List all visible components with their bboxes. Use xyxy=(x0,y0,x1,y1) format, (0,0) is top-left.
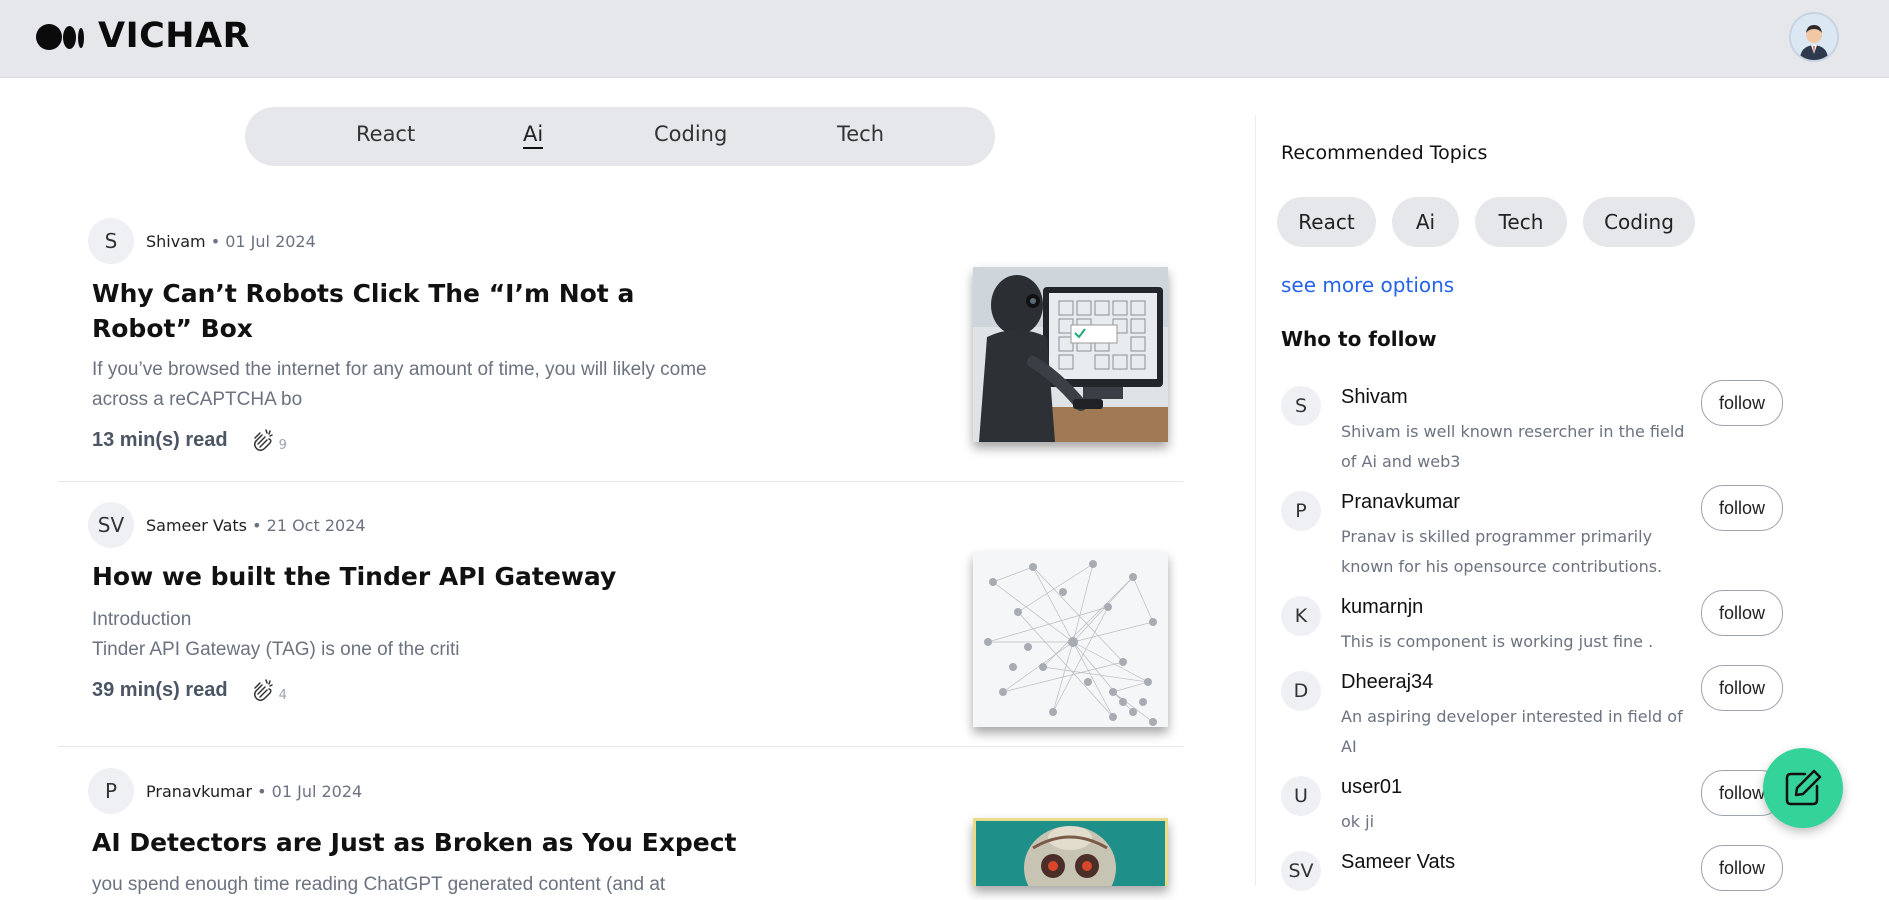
follow-suggestion: U user01 ok ji follow xyxy=(1281,770,1801,836)
read-time: 13 min(s) read xyxy=(92,428,228,451)
post-divider xyxy=(58,481,1183,482)
follow-user-name[interactable]: Shivam xyxy=(1341,386,1408,409)
post-stats: 13 min(s) read 9 xyxy=(92,427,287,454)
topic-pill-react[interactable]: React xyxy=(1277,197,1376,247)
post-title[interactable]: How we built the Tinder API Gateway xyxy=(92,559,732,594)
who-to-follow-title: Who to follow xyxy=(1281,327,1437,351)
author-name: Sameer Vats xyxy=(146,515,248,535)
follow-suggestion: SV Sameer Vats follow xyxy=(1281,845,1801,891)
tab-coding[interactable]: Coding xyxy=(654,122,727,146)
avatar[interactable]: SV xyxy=(1281,851,1321,891)
clap-count: 9 xyxy=(278,438,287,453)
post-author[interactable]: SV Sameer Vats • 21 Oct 2024 xyxy=(88,502,366,548)
follow-suggestion: K kumarnjn This is component is working … xyxy=(1281,590,1801,656)
robot-portrait-image[interactable] xyxy=(973,818,1168,886)
follow-button[interactable]: follow xyxy=(1701,845,1783,891)
avatar[interactable]: U xyxy=(1281,776,1321,816)
follow-suggestion: D Dheeraj34 An aspiring developer intere… xyxy=(1281,665,1801,761)
post-title[interactable]: Why Can’t Robots Click The “I’m Not a Ro… xyxy=(92,276,732,346)
topic-pill-coding[interactable]: Coding xyxy=(1583,197,1695,247)
clap-icon xyxy=(253,679,273,702)
avatar[interactable]: K xyxy=(1281,596,1321,636)
avatar[interactable]: P xyxy=(1281,491,1321,531)
topic-tab-bar: React Ai Coding Tech xyxy=(245,107,995,166)
follow-suggestion: S Shivam Shivam is well known resercher … xyxy=(1281,380,1801,476)
tab-tech[interactable]: Tech xyxy=(837,122,884,146)
app-logo[interactable]: VICHAR xyxy=(36,14,250,58)
post-excerpt: If you’ve browsed the internet for any a… xyxy=(92,359,707,410)
edit-write-icon xyxy=(1785,769,1822,806)
recommended-topics-title: Recommended Topics xyxy=(1281,142,1488,164)
avatar: SV xyxy=(88,502,134,548)
write-post-button[interactable] xyxy=(1763,748,1843,828)
user-avatar-icon[interactable] xyxy=(1789,12,1839,62)
follow-user-bio: ok ji xyxy=(1341,812,1375,831)
clap-button[interactable]: 4 xyxy=(250,677,287,703)
follow-suggestion: P Pranavkumar Pranav is skilled programm… xyxy=(1281,485,1801,581)
post-author[interactable]: S Shivam • 01 Jul 2024 xyxy=(88,218,316,264)
post-card[interactable]: SV Sameer Vats • 21 Oct 2024 How we buil… xyxy=(58,502,1183,746)
post-date: • 01 Jul 2024 xyxy=(210,231,316,251)
read-time: 39 min(s) read xyxy=(92,678,228,701)
follow-user-bio: Pranav is skilled programmer primarily k… xyxy=(1341,527,1663,576)
follow-button[interactable]: follow xyxy=(1701,485,1783,531)
follow-user-name[interactable]: user01 xyxy=(1341,776,1402,799)
clap-button[interactable]: 9 xyxy=(250,427,287,453)
avatar[interactable]: D xyxy=(1281,671,1321,711)
tab-react[interactable]: React xyxy=(356,122,415,146)
sidebar-divider xyxy=(1255,115,1256,886)
follow-user-name[interactable]: kumarnjn xyxy=(1341,596,1423,619)
topic-pill-ai[interactable]: Ai xyxy=(1392,197,1459,247)
author-name: Shivam xyxy=(146,231,206,251)
top-header: VICHAR xyxy=(0,0,1889,78)
avatar: S xyxy=(88,218,134,264)
avatar[interactable]: S xyxy=(1281,386,1321,426)
post-card[interactable]: S Shivam • 01 Jul 2024 Why Can’t Robots … xyxy=(58,216,1183,481)
post-stats: 39 min(s) read 4 xyxy=(92,677,287,704)
author-name: Pranavkumar xyxy=(146,781,253,801)
network-graph-image[interactable] xyxy=(973,552,1168,727)
post-title[interactable]: AI Detectors are Just as Broken as You E… xyxy=(92,825,772,860)
follow-user-name[interactable]: Sameer Vats xyxy=(1341,851,1455,874)
avatar: P xyxy=(88,768,134,814)
post-author[interactable]: P Pranavkumar • 01 Jul 2024 xyxy=(88,768,362,814)
follow-user-bio: This is component is working just fine . xyxy=(1341,632,1654,651)
post-excerpt: Introduction Tinder API Gateway (TAG) is… xyxy=(92,609,460,660)
post-card[interactable]: P Pranavkumar • 01 Jul 2024 AI Detectors… xyxy=(58,768,1183,895)
follow-user-bio: Shivam is well known resercher in the fi… xyxy=(1341,422,1685,471)
post-date: • 21 Oct 2024 xyxy=(252,515,366,535)
tab-ai[interactable]: Ai xyxy=(523,122,544,149)
robot-computer-image[interactable] xyxy=(973,267,1168,442)
follow-user-name[interactable]: Pranavkumar xyxy=(1341,491,1460,514)
follow-button[interactable]: follow xyxy=(1701,590,1783,636)
medium-logo-icon xyxy=(36,21,86,51)
see-more-options-link[interactable]: see more options xyxy=(1281,273,1454,297)
follow-button[interactable]: follow xyxy=(1701,665,1783,711)
follow-button[interactable]: follow xyxy=(1701,380,1783,426)
clap-icon xyxy=(253,429,273,452)
clap-count: 4 xyxy=(278,688,287,703)
logo-text: VICHAR xyxy=(98,16,251,56)
topic-pill-tech[interactable]: Tech xyxy=(1475,197,1567,247)
follow-user-name[interactable]: Dheeraj34 xyxy=(1341,671,1433,694)
post-excerpt: you spend enough time reading ChatGPT ge… xyxy=(92,874,666,895)
post-divider xyxy=(58,746,1183,747)
post-date: • 01 Jul 2024 xyxy=(257,781,363,801)
follow-user-bio: An aspiring developer interested in fiel… xyxy=(1341,707,1683,756)
